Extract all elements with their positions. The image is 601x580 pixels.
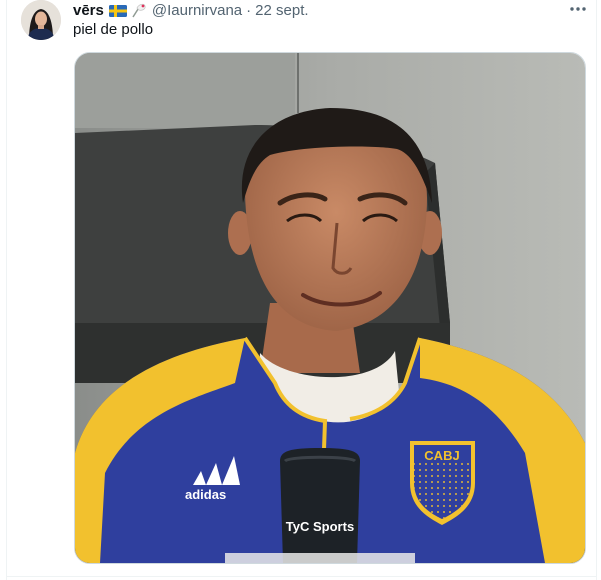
bottom-divider <box>6 576 597 577</box>
more-options-button[interactable] <box>566 0 590 18</box>
tweet-text: piel de pollo <box>73 21 154 38</box>
microphone: TyC Sports <box>280 448 360 563</box>
brand-label: adidas <box>185 487 226 502</box>
tweet-media[interactable]: adidas CABJ TyC Sports <box>74 52 586 564</box>
tweet-header: vērs @Iaurnirvana · 22 sept. <box>73 1 309 19</box>
right-divider <box>596 0 597 580</box>
avatar-image <box>21 0 61 40</box>
tweet-date[interactable]: 22 sept. <box>255 2 308 19</box>
avatar[interactable] <box>21 0 61 40</box>
left-divider <box>6 0 7 580</box>
user-handle[interactable]: @Iaurnirvana <box>152 2 242 19</box>
more-dots-icon <box>570 7 586 11</box>
crest-label: CABJ <box>424 448 459 463</box>
microphone-label: TyC Sports <box>286 519 354 534</box>
display-name[interactable]: vērs <box>73 2 104 19</box>
sweden-flag-icon <box>108 4 127 17</box>
header-separator: · <box>246 1 252 19</box>
rose-icon <box>130 2 148 18</box>
media-photo: adidas CABJ TyC Sports <box>75 53 585 563</box>
